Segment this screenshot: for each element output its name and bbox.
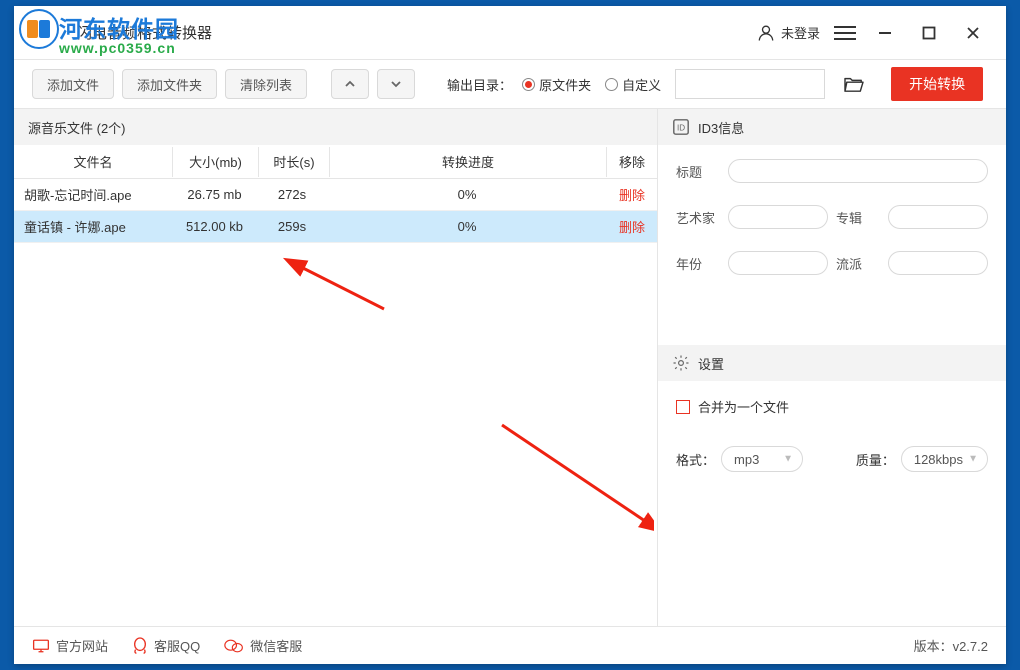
id3-album-input[interactable] [888,205,988,229]
login-button[interactable]: 未登录 [756,23,820,43]
col-name: 文件名 [14,152,172,171]
gear-icon [672,354,690,372]
delete-row-button[interactable]: 删除 [607,185,657,204]
user-icon [756,23,776,43]
radio-custom-label: 自定义 [622,75,661,94]
add-folder-button[interactable]: 添加文件夹 [122,69,217,99]
col-delete: 移除 [607,152,657,171]
app-window: 闪电音频格式转换器 未登录 添加文件 添加文件夹 清除列表 输出目录： 原文件夹… [14,6,1006,664]
output-dir-label: 输出目录： [447,75,512,94]
col-dur: 时长(s) [259,152,329,171]
format-label: 格式： [676,450,715,469]
start-convert-button[interactable]: 开始转换 [891,67,983,101]
col-size: 大小(mb) [173,152,258,171]
move-up-button[interactable] [331,69,369,99]
table-row[interactable]: 童话镇 - 许娜.ape 512.00 kb 259s 0% 删除 [14,211,657,243]
app-title: 闪电音频格式转换器 [77,22,212,43]
svg-text:ID: ID [677,124,685,133]
clear-list-button[interactable]: 清除列表 [225,69,307,99]
quality-label: 质量： [856,450,895,469]
watermark-logo [19,9,59,49]
titlebar: 闪电音频格式转换器 未登录 [14,6,1006,60]
merge-label: 合并为一个文件 [698,397,789,416]
file-list-panel: 源音乐文件 (2个) 文件名 大小(mb) 时长(s) 转换进度 移除 胡歌-忘… [14,109,658,626]
add-file-button[interactable]: 添加文件 [32,69,114,99]
radio-source-folder[interactable] [522,78,535,91]
id3-artist-input[interactable] [728,205,828,229]
merge-checkbox[interactable] [676,400,690,414]
wechat-icon [224,638,244,654]
toolbar: 添加文件 添加文件夹 清除列表 输出目录： 原文件夹 自定义 开始转换 [14,60,1006,108]
statusbar: 官方网站 客服QQ 微信客服 版本：v2.7.2 [14,626,1006,664]
id-icon: ID [672,118,690,136]
login-label: 未登录 [781,23,820,42]
radio-custom-folder[interactable] [605,78,618,91]
main-area: 源音乐文件 (2个) 文件名 大小(mb) 时长(s) 转换进度 移除 胡歌-忘… [14,108,1006,626]
maximize-button[interactable] [914,18,944,48]
minimize-button[interactable] [870,18,900,48]
quality-select[interactable]: 128kbps▼ [901,446,988,472]
format-select[interactable]: mp3▼ [721,446,803,472]
menu-button[interactable] [834,26,856,40]
folder-open-icon [843,75,865,93]
table-header: 文件名 大小(mb) 时长(s) 转换进度 移除 [14,145,657,179]
delete-row-button[interactable]: 删除 [607,217,657,236]
col-progress: 转换进度 [330,152,606,171]
id3-genre-input[interactable] [888,251,988,275]
monitor-icon [32,638,50,654]
id3-year-input[interactable] [728,251,828,275]
qq-icon [132,637,148,655]
id3-title-label: 标题 [676,162,720,181]
version-label: 版本：v2.7.2 [914,636,988,655]
id3-header: ID ID3信息 [658,109,1006,145]
id3-album-label: 专辑 [836,208,880,227]
id3-artist-label: 艺术家 [676,208,720,227]
radio-source-label: 原文件夹 [539,75,591,94]
table-row[interactable]: 胡歌-忘记时间.ape 26.75 mb 272s 0% 删除 [14,179,657,211]
output-path-input[interactable] [675,69,825,99]
right-panel: ID ID3信息 标题 艺术家 专辑 年份 流派 设置 合并为一个文 [658,109,1006,626]
official-site-link[interactable]: 官方网站 [32,636,108,655]
id3-genre-label: 流派 [836,254,880,273]
id3-year-label: 年份 [676,254,720,273]
close-button[interactable] [958,18,988,48]
settings-header: 设置 [658,345,1006,381]
file-list-header: 源音乐文件 (2个) [14,109,657,145]
wechat-support-link[interactable]: 微信客服 [224,636,302,655]
qq-support-link[interactable]: 客服QQ [132,636,200,655]
browse-button[interactable] [837,69,871,99]
id3-title-input[interactable] [728,159,988,183]
move-down-button[interactable] [377,69,415,99]
